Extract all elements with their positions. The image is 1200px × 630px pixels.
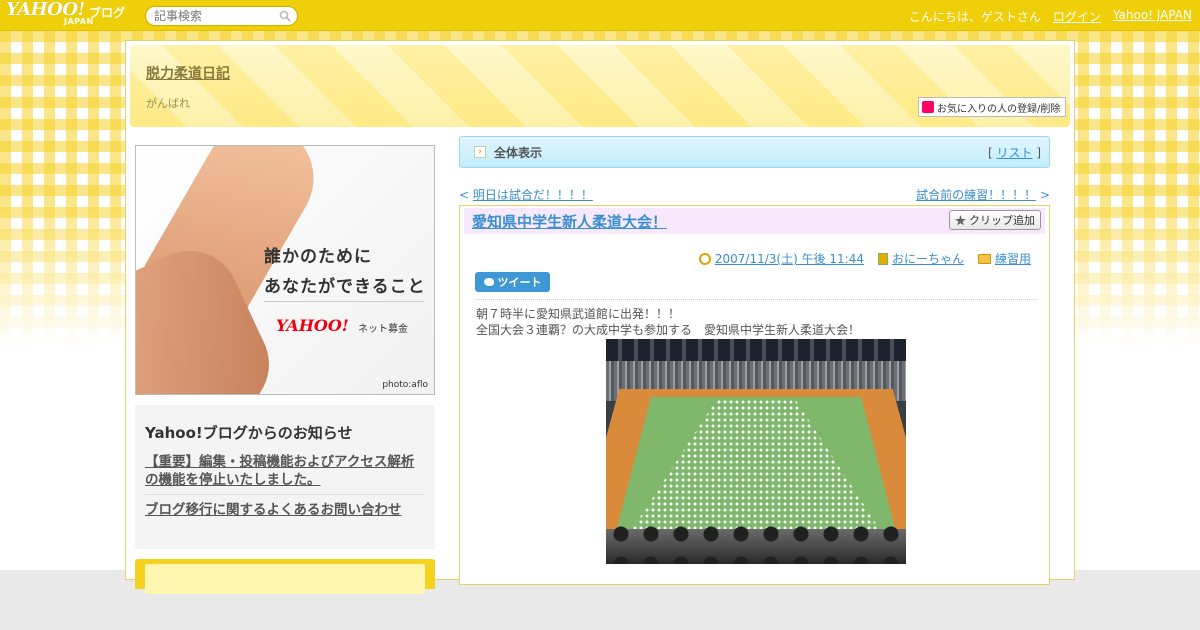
greeting-text: こんにちは、ゲストさん — [908, 10, 1041, 24]
article-header: 愛知県中学生新人柔道大会！ クリップ追加 — [464, 208, 1045, 234]
user-icon — [877, 252, 888, 265]
sidebar-module-inner — [145, 564, 425, 594]
notice-heading: Yahoo!ブログからのお知らせ — [145, 424, 353, 442]
prev-article[interactable]: < 明日は試合だ！！！！ — [459, 186, 593, 203]
favorite-register-button[interactable]: お気に入りの人の登録/削除 — [918, 97, 1066, 117]
arrow-right-icon: › — [474, 146, 486, 158]
article-meta: 2007/11/3(土) 午後 11:44 おにーちゃん 練習用 — [698, 250, 1031, 267]
article-title[interactable]: 愛知県中学生新人柔道大会！ — [472, 211, 667, 232]
next-article-link[interactable]: 試合前の練習！！！！ — [916, 188, 1036, 202]
article-category[interactable]: 練習用 — [995, 250, 1031, 267]
notice-link-faq[interactable]: ブログ移行に関するよくあるお問い合わせ — [145, 501, 425, 519]
donation-ad-banner[interactable]: 誰かのために あなたができること YAHOO! ネット募金 photo:aflo — [135, 145, 435, 395]
logo-blog-text: ブログ — [88, 6, 125, 20]
list-view-link[interactable]: リスト — [996, 146, 1032, 160]
ad-headline-1: 誰かのために — [264, 247, 372, 267]
tweet-button[interactable]: ツイート — [475, 272, 550, 292]
clip-add-label: クリップ追加 — [969, 214, 1035, 227]
photo-spectators — [606, 519, 906, 564]
article-body-line: 全国大会３連覇？の大成中学も参加する 愛知県中学生新人柔道大会！ — [476, 323, 861, 337]
search-box[interactable] — [145, 6, 298, 26]
article-body: 朝７時半に愛知県武道館に出発！！！ 全国大会３連覇？の大成中学も参加する 愛知県… — [476, 306, 860, 338]
login-link[interactable]: ログイン — [1053, 8, 1101, 25]
yahoo-japan-link[interactable]: Yahoo! JAPAN — [1113, 8, 1192, 25]
ad-logo: YAHOO! — [276, 316, 349, 335]
tweet-label: ツイート — [497, 276, 542, 289]
favorite-register-label: お気に入りの人の登録/削除 — [937, 103, 1061, 115]
blog-subtitle: がんばれ — [146, 97, 190, 110]
search-icon[interactable] — [279, 10, 291, 22]
star-icon — [955, 214, 966, 226]
yahoo-blog-logo[interactable]: YAHOO! JAPAN ブログ — [6, 1, 125, 29]
article-date[interactable]: 2007/11/3(土) 午後 11:44 — [715, 250, 864, 267]
article-body-line: 朝７時半に愛知県武道館に出発！！！ — [476, 307, 681, 321]
folder-icon — [977, 253, 991, 264]
article-divider — [475, 299, 1036, 300]
ad-divider — [264, 301, 424, 302]
list-toggle: [ リスト ] — [988, 144, 1041, 161]
article: 愛知県中学生新人柔道大会！ クリップ追加 2007/11/3(土) 午後 11:… — [459, 205, 1050, 585]
notice-divider — [145, 494, 425, 495]
tournament-photo — [606, 339, 906, 564]
article-nav: < 明日は試合だ！！！！ 試合前の練習！！！！ > — [459, 186, 1050, 202]
blog-title[interactable]: 脱力柔道日記 — [146, 63, 230, 83]
clock-icon — [698, 252, 711, 265]
blog-container: 脱力柔道日記 がんばれ お気に入りの人の登録/削除 誰かのために あなたができる… — [125, 40, 1075, 594]
notice-box: Yahoo!ブログからのお知らせ 【重要】編集・投稿機能およびアクセス解析の機能… — [135, 405, 435, 549]
prev-article-link[interactable]: 明日は試合だ！！！！ — [473, 188, 593, 202]
user-nav: こんにちは、ゲストさん ログイン Yahoo! JAPAN — [909, 8, 1192, 25]
ad-photo-credit: photo:aflo — [382, 380, 428, 390]
list-bracket-close: ] — [1032, 145, 1041, 160]
view-mode-label: 全体表示 — [494, 145, 543, 160]
notice-link-important[interactable]: 【重要】編集・投稿機能およびアクセス解析の機能を停止いたしました。 — [145, 453, 425, 489]
view-mode-bar: › 全体表示 [ リスト ] — [459, 136, 1050, 168]
sidebar-module — [135, 559, 435, 594]
next-article[interactable]: 試合前の練習！！！！ > — [916, 186, 1050, 203]
search-input[interactable] — [154, 9, 274, 23]
ad-service-name: ネット募金 — [358, 324, 408, 335]
clip-add-button[interactable]: クリップ追加 — [949, 210, 1041, 230]
heart-icon — [922, 101, 934, 113]
ad-headline-2: あなたができること — [264, 277, 426, 297]
article-author[interactable]: おにーちゃん — [892, 250, 964, 267]
blog-header: 脱力柔道日記 がんばれ お気に入りの人の登録/削除 — [130, 45, 1070, 127]
twitter-bird-icon — [483, 278, 494, 286]
top-bar: YAHOO! JAPAN ブログ こんにちは、ゲストさん ログイン Yahoo!… — [0, 0, 1200, 31]
logo-subtext: JAPAN — [64, 17, 94, 26]
